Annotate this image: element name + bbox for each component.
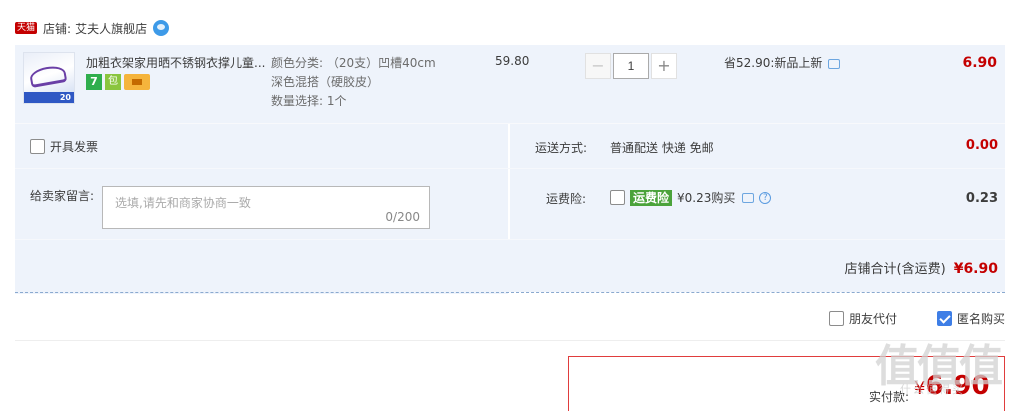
chat-wangwang-icon[interactable] [153, 20, 170, 36]
sku-line: 深色混搭（硬胶皮） [271, 75, 380, 89]
shop-header: 天猫 店铺: 艾夫人旗舰店 [15, 18, 170, 38]
invoice-checkbox[interactable] [30, 139, 45, 154]
shipping-insurance-price: 0.23 [965, 191, 998, 206]
shipping-insurance-text: ¥0.23购买 [677, 191, 736, 205]
increase-quantity-button[interactable]: + [651, 53, 677, 79]
quantity-input[interactable] [613, 53, 649, 79]
item-subtotal: 6.90 [962, 55, 997, 71]
message-placeholder: 选填,请先和商家协商一致 [115, 196, 251, 210]
seven-day-return-icon: 7 [86, 74, 102, 90]
friend-pay-option[interactable]: 朋友代付 [829, 310, 897, 327]
message-char-count: 0/200 [385, 210, 420, 224]
anonymous-buy-option[interactable]: 匿名购买 [937, 310, 1005, 327]
shop-total: 店铺合计(含运费) ¥6.90 [845, 258, 998, 277]
anonymous-buy-label: 匿名购买 [957, 312, 1006, 326]
thumbnail-banner: 20 [24, 92, 74, 103]
shipping-insurance-tag: 运费险 [630, 189, 673, 206]
credit-card-icon [124, 74, 150, 90]
promotion: 省52.90:新品上新 [724, 54, 841, 71]
product-sku: 颜色分类: （20支）凹槽40cm 深色混搭（硬胶皮） 数量选择: 1个 [271, 54, 436, 111]
product-thumbnail[interactable]: 20 [23, 52, 75, 104]
invoice-label: 开具发票 [50, 140, 99, 154]
shipping-insurance-option: 运费险 ¥0.23购买 ? [610, 189, 772, 206]
service-badges: 7 包 [86, 74, 150, 90]
shop-total-value: ¥6.90 [953, 261, 998, 277]
shipping-insurance-checkbox[interactable] [610, 190, 625, 205]
message-textarea[interactable]: 选填,请先和商家协商一致 0/200 [102, 186, 430, 229]
guarantee-icon: 包 [105, 74, 121, 90]
divider [15, 168, 1005, 169]
invoice-option[interactable]: 开具发票 [30, 138, 98, 155]
hanger-image [28, 64, 68, 88]
shipping-method-label: 运送方式: [535, 141, 588, 155]
shipping-price: 0.00 [965, 138, 998, 153]
shipping-insurance-label: 运费险: [546, 192, 587, 206]
unit-price: 59.80 [495, 54, 530, 68]
quantity-stepper: − + [585, 53, 677, 79]
divider [15, 239, 1005, 240]
divider [15, 123, 1005, 124]
friend-pay-label: 朋友代付 [849, 312, 898, 326]
shop-name-link[interactable]: 艾夫人旗舰店 [75, 20, 147, 37]
anonymous-buy-checkbox[interactable] [937, 311, 952, 326]
tmall-badge: 天猫 [15, 22, 38, 34]
order-item-row: 20 加粗衣架家用晒不锈钢衣撑儿童... 7 包 颜色分类: （20支）凹槽40… [15, 45, 1005, 123]
dashed-divider [15, 292, 1005, 293]
shop-total-label: 店铺合计(含运费) [844, 262, 946, 277]
decrease-quantity-button[interactable]: − [585, 53, 611, 79]
help-icon[interactable]: ? [759, 191, 772, 204]
message-label: 给卖家留言: [30, 189, 95, 203]
sku-line: 数量选择: 1个 [271, 94, 347, 108]
comment-icon[interactable] [742, 192, 755, 203]
friend-pay-checkbox[interactable] [829, 311, 844, 326]
promotion-text: 省52.90:新品上新 [724, 56, 823, 70]
divider [15, 340, 1005, 341]
shipping-method-value: 普通配送 快递 免邮 [610, 141, 714, 155]
product-title-link[interactable]: 加粗衣架家用晒不锈钢衣撑儿童... [86, 54, 266, 71]
sku-line: 颜色分类: （20支）凹槽40cm [271, 56, 436, 70]
shop-label: 店铺: [43, 21, 72, 36]
comment-icon[interactable] [828, 59, 841, 69]
watermark-subtitle: 什么值得买 [900, 383, 965, 396]
